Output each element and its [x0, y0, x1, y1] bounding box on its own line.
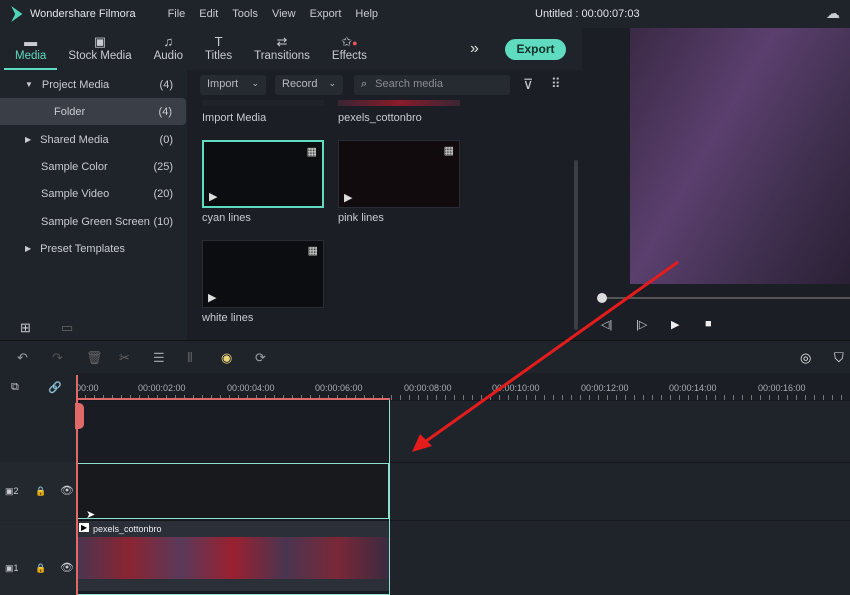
annotation-arrow [412, 260, 679, 452]
arrow-head-icon [412, 434, 432, 452]
arrow-line [421, 260, 679, 446]
